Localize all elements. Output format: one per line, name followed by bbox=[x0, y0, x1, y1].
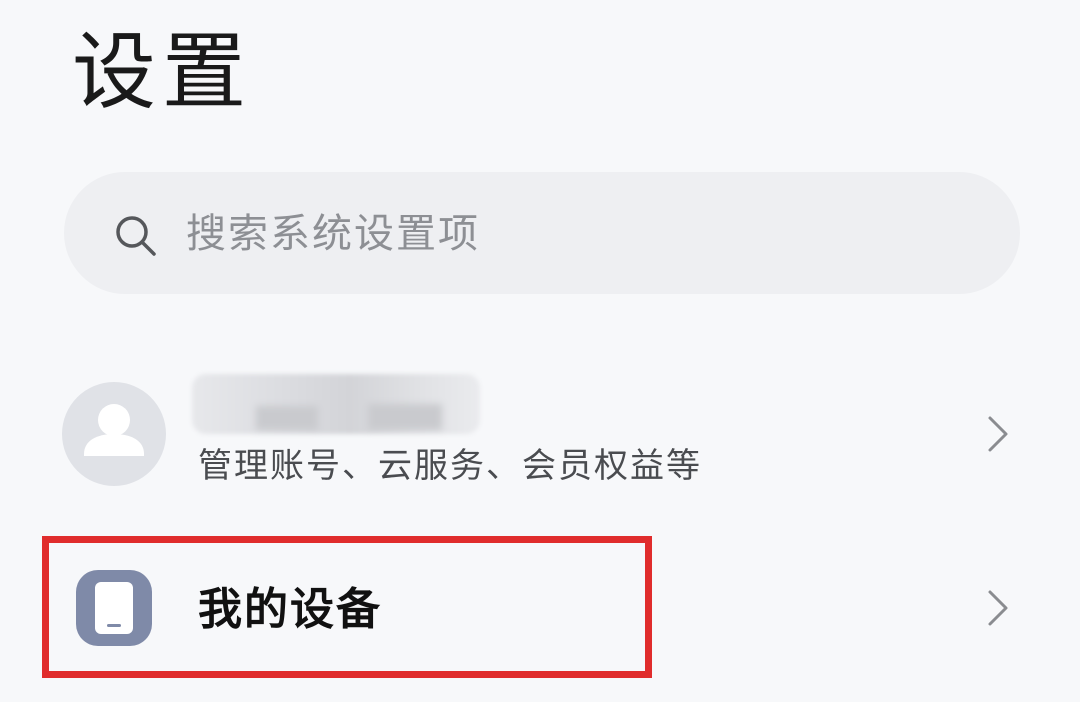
chevron-right-icon bbox=[988, 590, 1008, 626]
chevron-right-icon bbox=[988, 416, 1008, 452]
person-icon bbox=[84, 404, 144, 456]
search-input[interactable]: 搜索系统设置项 bbox=[186, 206, 480, 262]
account-subtitle: 管理账号、云服务、会员权益等 bbox=[198, 446, 702, 486]
settings-page: 设置 搜索系统设置项 管理账号、云服务、会员权益等 我的设备 bbox=[0, 0, 1080, 702]
avatar[interactable] bbox=[62, 382, 166, 486]
blur-patch bbox=[368, 404, 442, 430]
settings-item-label: 我的设备 bbox=[198, 584, 382, 635]
settings-item-my-devices[interactable] bbox=[0, 540, 1080, 680]
phone-icon bbox=[76, 570, 152, 646]
account-name-redacted bbox=[192, 374, 480, 434]
search-icon bbox=[116, 216, 156, 256]
page-title: 设置 bbox=[72, 23, 253, 121]
blur-patch bbox=[256, 406, 318, 430]
